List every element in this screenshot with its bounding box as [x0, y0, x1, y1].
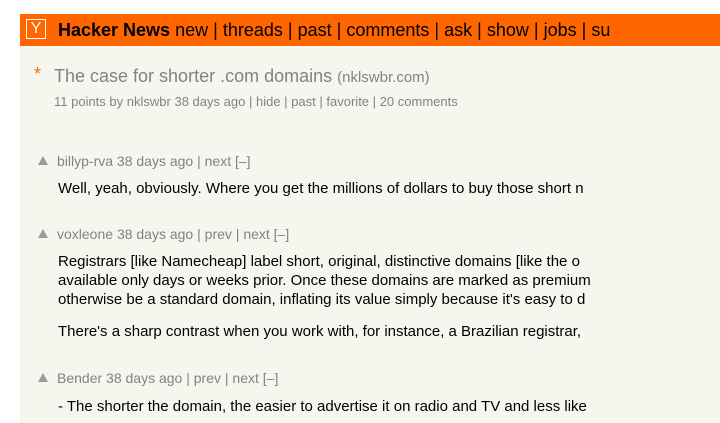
nav-link-submit[interactable]: su — [591, 20, 610, 40]
nav-link-new[interactable]: new — [175, 20, 208, 40]
comment-separator: | — [197, 226, 201, 242]
next-link[interactable]: next — [205, 153, 231, 169]
collapse-toggle[interactable]: [–] — [235, 153, 251, 169]
prev-link[interactable]: prev — [194, 370, 221, 386]
subtext-separator: | — [248, 94, 253, 109]
collapse-toggle[interactable]: [–] — [274, 226, 290, 242]
nav-link-threads[interactable]: threads — [223, 20, 283, 40]
prev-link[interactable]: prev — [205, 226, 232, 242]
comment-user-link[interactable]: billyp-rva — [57, 153, 113, 169]
star-icon: * — [34, 64, 42, 84]
page: Y Hacker News new | threads | past | com… — [0, 0, 720, 423]
comment-age-link[interactable]: 38 days ago — [106, 370, 182, 386]
comment-separator: | — [235, 226, 240, 242]
comment-user-link[interactable]: Bender — [57, 370, 102, 386]
story-points: 11 points — [54, 94, 106, 109]
comment-user-link[interactable]: voxleone — [57, 226, 113, 242]
hide-link[interactable]: hide — [256, 94, 281, 109]
comment-line: There's a sharp contrast when you work w… — [58, 323, 582, 340]
subtext-separator: | — [319, 94, 323, 109]
story-domain-link[interactable]: (nklswbr.com) — [337, 69, 430, 86]
favorite-link[interactable]: favorite — [326, 94, 369, 109]
comment-separator: | — [186, 370, 190, 386]
next-link[interactable]: next — [232, 370, 258, 386]
comment-line: available only days or weeks prior. Once… — [58, 272, 591, 289]
comment-body: There's a sharp contrast when you work w… — [58, 322, 581, 341]
collapse-toggle[interactable]: [–] — [263, 370, 279, 386]
nav-separator: | — [336, 20, 342, 40]
upvote-arrow-icon[interactable] — [38, 373, 48, 382]
upvote-arrow-icon[interactable] — [38, 229, 48, 238]
comment-separator: | — [224, 370, 229, 386]
comment-line: Registrars [like Namecheap] label short,… — [58, 253, 580, 270]
comment-header: voxleone 38 days ago | prev | next [–] — [38, 226, 289, 242]
comment-body: Well, yeah, obviously. Where you get the… — [58, 179, 584, 198]
comment-header: billyp-rva 38 days ago | next [–] — [38, 153, 251, 169]
nav-separator: | — [434, 20, 440, 40]
upvote-arrow-icon[interactable] — [38, 156, 48, 165]
nav-link-show[interactable]: show — [487, 20, 529, 40]
nav-separator: | — [213, 20, 218, 40]
past-link[interactable]: past — [291, 94, 316, 109]
story-user-link[interactable]: nklswbr — [127, 94, 171, 109]
nav-link-ask[interactable]: ask — [444, 20, 472, 40]
browser-top-strip — [0, 0, 720, 14]
subtext-separator: | — [284, 94, 288, 109]
nav-separator: | — [533, 20, 539, 40]
comment-age-link[interactable]: 38 days ago — [117, 153, 193, 169]
story-age-link[interactable]: 38 days ago — [174, 94, 245, 109]
top-nav: Hacker News new | threads | past | comme… — [58, 18, 610, 42]
comment-body: Registrars [like Namecheap] label short,… — [58, 252, 591, 309]
comment-line: otherwise be a standard domain, inflatin… — [58, 291, 586, 308]
nav-separator: | — [287, 20, 293, 40]
next-link[interactable]: next — [243, 226, 269, 242]
story-title-row: The case for shorter .com domains (nklsw… — [54, 66, 430, 87]
comment-header: Bender 38 days ago | prev | next [–] — [38, 370, 278, 386]
nav-link-jobs[interactable]: jobs — [544, 20, 577, 40]
header-bar: Y Hacker News new | threads | past | com… — [20, 14, 720, 46]
comment-body: - The shorter the domain, the easier to … — [58, 397, 587, 416]
nav-separator: | — [477, 20, 482, 40]
nav-link-comments[interactable]: comments — [346, 20, 429, 40]
story-title-link[interactable]: The case for shorter .com domains — [54, 66, 332, 86]
subtext-separator: | — [372, 94, 377, 109]
comment-separator: | — [197, 153, 201, 169]
comment-age-link[interactable]: 38 days ago — [117, 226, 193, 242]
comments-link[interactable]: 20 comments — [380, 94, 458, 109]
nav-separator: | — [581, 20, 587, 40]
comment-line: Well, yeah, obviously. Where you get the… — [58, 180, 584, 197]
main-content: * The case for shorter .com domains (nkl… — [20, 46, 720, 423]
nav-link-past[interactable]: past — [298, 20, 332, 40]
site-name-link[interactable]: Hacker News — [58, 20, 170, 40]
story-by-label: by — [109, 94, 124, 109]
story-subtext: 11 points by nklswbr 38 days ago | hide … — [54, 94, 458, 109]
y-logo-icon[interactable]: Y — [26, 19, 46, 39]
comment-line: - The shorter the domain, the easier to … — [58, 398, 587, 415]
